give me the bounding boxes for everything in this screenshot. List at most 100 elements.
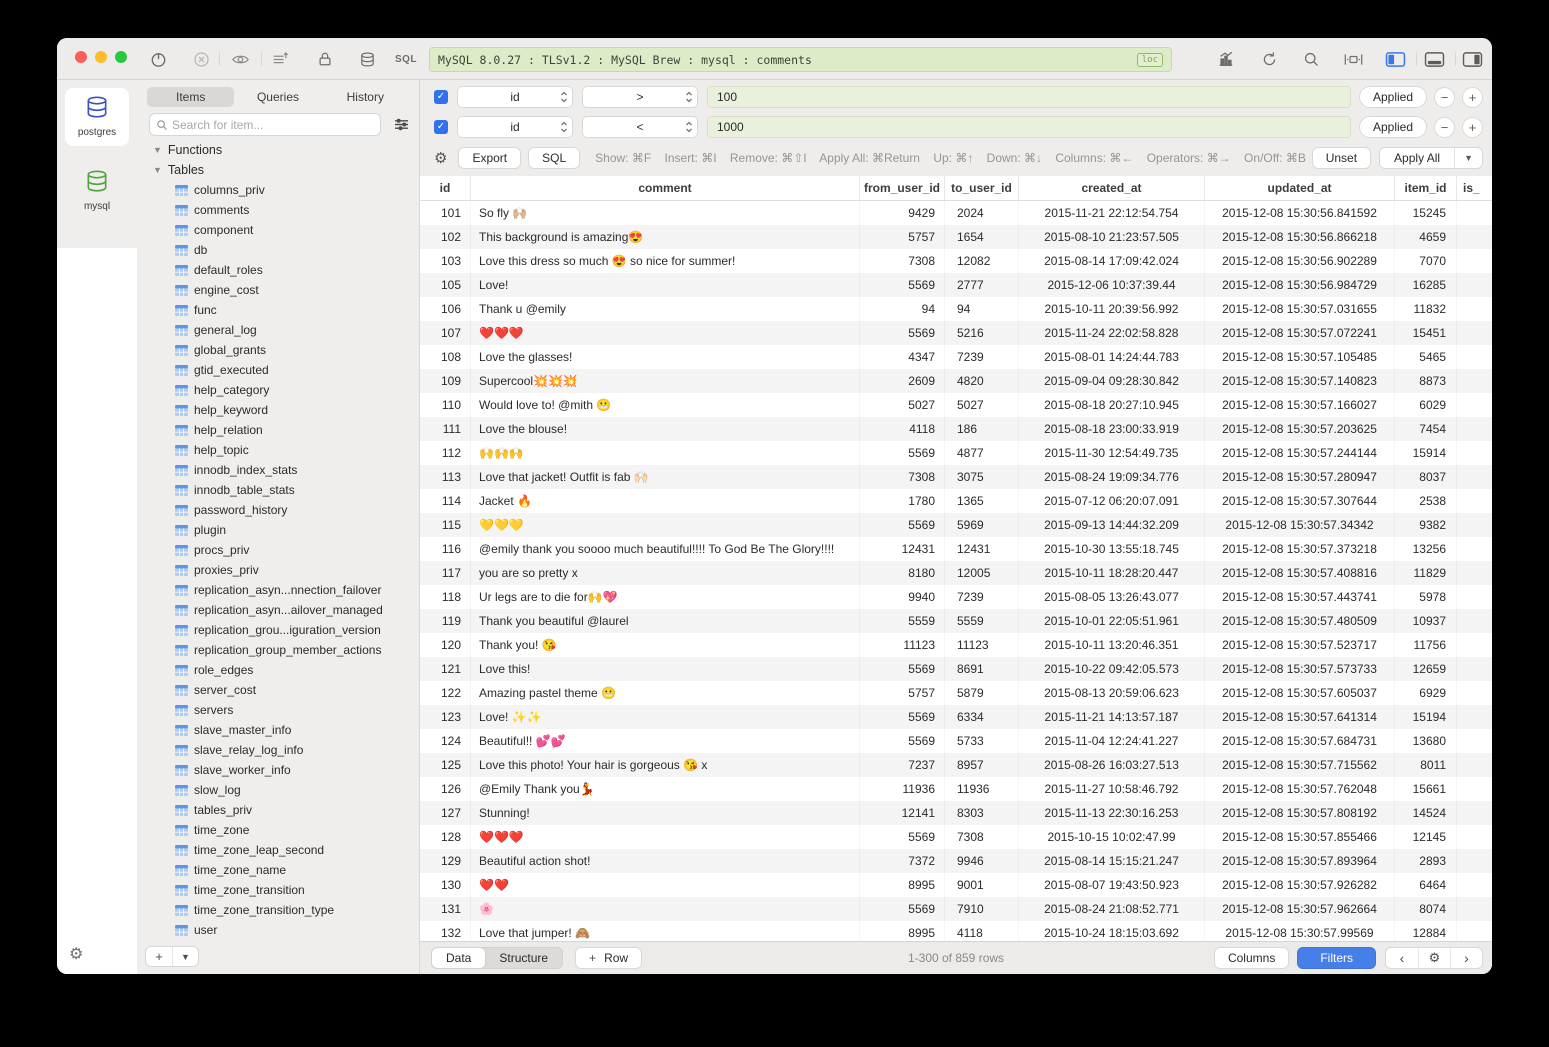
cell-updated-at[interactable]: 2015-12-08 15:30:57.307644 — [1205, 489, 1395, 513]
cell-item-id[interactable]: 8011 — [1395, 753, 1457, 777]
cell-id[interactable]: 114 — [420, 489, 471, 513]
filters-button[interactable]: Filters — [1297, 947, 1376, 969]
table-settings-gear-icon[interactable]: ⚙ — [434, 149, 447, 167]
table-tree-item[interactable]: password_history — [137, 500, 419, 520]
connection-mysql[interactable]: mysql — [57, 168, 137, 212]
add-item-menu-button[interactable]: ▼ — [172, 947, 198, 966]
table-row[interactable]: 126 @Emily Thank you💃 11936 11936 2015-1… — [420, 777, 1492, 801]
structure-view-tab[interactable]: Structure — [485, 948, 562, 968]
cell-comment[interactable]: Love this! — [471, 657, 860, 681]
table-tree-item[interactable]: tables_priv — [137, 800, 419, 820]
table-tree-item[interactable]: servers — [137, 700, 419, 720]
cell-id[interactable]: 116 — [420, 537, 471, 561]
cell-is[interactable] — [1457, 753, 1492, 777]
cell-from-user-id[interactable]: 4347 — [860, 345, 945, 369]
cell-from-user-id[interactable]: 12141 — [860, 801, 945, 825]
close-window-button[interactable] — [75, 51, 87, 63]
cell-is[interactable] — [1457, 393, 1492, 417]
cell-from-user-id[interactable]: 5569 — [860, 513, 945, 537]
column-header-from-user-id[interactable]: from_user_id — [860, 176, 945, 200]
cell-is[interactable] — [1457, 681, 1492, 705]
cell-from-user-id[interactable]: 5569 — [860, 321, 945, 345]
filter-enabled-checkbox[interactable]: ✓ — [434, 120, 448, 134]
cell-to-user-id[interactable]: 12431 — [945, 537, 1019, 561]
cell-to-user-id[interactable]: 5216 — [945, 321, 1019, 345]
table-tree-item[interactable]: replication_grou...iguration_version — [137, 620, 419, 640]
table-tree-item[interactable]: component — [137, 220, 419, 240]
cell-comment[interactable]: Love that jumper! 🙈 — [471, 921, 860, 941]
unset-button[interactable]: Unset — [1312, 147, 1371, 169]
item-search-field[interactable] — [149, 113, 381, 136]
table-tree-item[interactable]: slave_worker_info — [137, 760, 419, 780]
column-header-item-id[interactable]: item_id — [1395, 176, 1457, 200]
cell-updated-at[interactable]: 2015-12-08 15:30:57.523717 — [1205, 633, 1395, 657]
cell-created-at[interactable]: 2015-08-07 19:43:50.923 — [1019, 873, 1205, 897]
cell-item-id[interactable]: 7070 — [1395, 249, 1457, 273]
cell-item-id[interactable]: 12884 — [1395, 921, 1457, 941]
cell-to-user-id[interactable]: 4877 — [945, 441, 1019, 465]
cell-id[interactable]: 130 — [420, 873, 471, 897]
cell-from-user-id[interactable]: 5559 — [860, 609, 945, 633]
cell-from-user-id[interactable]: 7237 — [860, 753, 945, 777]
cell-item-id[interactable]: 2538 — [1395, 489, 1457, 513]
cell-updated-at[interactable]: 2015-12-08 15:30:57.641314 — [1205, 705, 1395, 729]
cell-from-user-id[interactable]: 8995 — [860, 921, 945, 941]
table-tree-item[interactable]: general_log — [137, 320, 419, 340]
cell-item-id[interactable]: 16285 — [1395, 273, 1457, 297]
table-row[interactable]: 102 This background is amazing😍 5757 165… — [420, 225, 1492, 249]
cell-comment[interactable]: Love! — [471, 273, 860, 297]
table-row[interactable]: 115 💛💛💛 5569 5969 2015-09-13 14:44:32.20… — [420, 513, 1492, 537]
cell-to-user-id[interactable]: 7239 — [945, 585, 1019, 609]
filter-operator-select[interactable]: < — [582, 116, 698, 138]
cell-to-user-id[interactable]: 1654 — [945, 225, 1019, 249]
cell-id[interactable]: 112 — [420, 441, 471, 465]
cell-to-user-id[interactable]: 2777 — [945, 273, 1019, 297]
cell-updated-at[interactable]: 2015-12-08 15:30:56.902289 — [1205, 249, 1395, 273]
cell-updated-at[interactable]: 2015-12-08 15:30:56.841592 — [1205, 201, 1395, 225]
table-tree-item[interactable]: role_edges — [137, 660, 419, 680]
lock-icon[interactable] — [314, 48, 336, 70]
cell-created-at[interactable]: 2015-10-24 18:15:03.692 — [1019, 921, 1205, 941]
cell-updated-at[interactable]: 2015-12-08 15:30:57.072241 — [1205, 321, 1395, 345]
cell-item-id[interactable]: 8074 — [1395, 897, 1457, 921]
cell-updated-at[interactable]: 2015-12-08 15:30:57.373218 — [1205, 537, 1395, 561]
cell-comment[interactable]: Amazing pastel theme 😬 — [471, 681, 860, 705]
cell-id[interactable]: 124 — [420, 729, 471, 753]
cell-created-at[interactable]: 2015-09-13 14:44:32.209 — [1019, 513, 1205, 537]
cell-updated-at[interactable]: 2015-12-08 15:30:57.34342 — [1205, 513, 1395, 537]
table-row[interactable]: 108 Love the glasses! 4347 7239 2015-08-… — [420, 345, 1492, 369]
table-row[interactable]: 129 Beautiful action shot! 7372 9946 201… — [420, 849, 1492, 873]
cell-comment[interactable]: Thank you beautiful @laurel — [471, 609, 860, 633]
settings-gear-icon[interactable]: ⚙ — [69, 944, 83, 964]
filter-options-icon[interactable] — [391, 114, 411, 134]
table-tree-item[interactable]: slave_relay_log_info — [137, 740, 419, 760]
cell-item-id[interactable]: 2893 — [1395, 849, 1457, 873]
cell-comment[interactable]: Thank u @emily — [471, 297, 860, 321]
connect-icon[interactable] — [147, 48, 169, 70]
table-row[interactable]: 101 So fly 🙌🏼 9429 2024 2015-11-21 22:12… — [420, 201, 1492, 225]
table-tree-item[interactable]: columns_priv — [137, 180, 419, 200]
minimize-window-button[interactable] — [95, 51, 107, 63]
cell-item-id[interactable]: 13680 — [1395, 729, 1457, 753]
cell-id[interactable]: 107 — [420, 321, 471, 345]
table-row[interactable]: 120 Thank you! 😘 11123 11123 2015-10-11 … — [420, 633, 1492, 657]
table-row[interactable]: 117 you are so pretty x 8180 12005 2015-… — [420, 561, 1492, 585]
cell-id[interactable]: 106 — [420, 297, 471, 321]
cell-id[interactable]: 113 — [420, 465, 471, 489]
cell-from-user-id[interactable]: 9940 — [860, 585, 945, 609]
cell-created-at[interactable]: 2015-08-18 20:27:10.945 — [1019, 393, 1205, 417]
cell-item-id[interactable]: 15914 — [1395, 441, 1457, 465]
table-row[interactable]: 113 Love that jacket! Outfit is fab 🙌🏻 7… — [420, 465, 1492, 489]
cell-to-user-id[interactable]: 5559 — [945, 609, 1019, 633]
cell-updated-at[interactable]: 2015-12-08 15:30:57.480509 — [1205, 609, 1395, 633]
cell-id[interactable]: 123 — [420, 705, 471, 729]
cell-comment[interactable]: Supercool💥💥💥 — [471, 369, 860, 393]
sql-query-icon[interactable]: SQL — [395, 48, 417, 70]
cell-item-id[interactable]: 13256 — [1395, 537, 1457, 561]
cell-comment[interactable]: 💛💛💛 — [471, 513, 860, 537]
cell-to-user-id[interactable]: 12005 — [945, 561, 1019, 585]
cell-created-at[interactable]: 2015-08-13 20:59:06.623 — [1019, 681, 1205, 705]
cell-updated-at[interactable]: 2015-12-08 15:30:57.893964 — [1205, 849, 1395, 873]
cell-updated-at[interactable]: 2015-12-08 15:30:57.855466 — [1205, 825, 1395, 849]
cell-comment[interactable]: @emily thank you soooo much beautiful!!!… — [471, 537, 860, 561]
